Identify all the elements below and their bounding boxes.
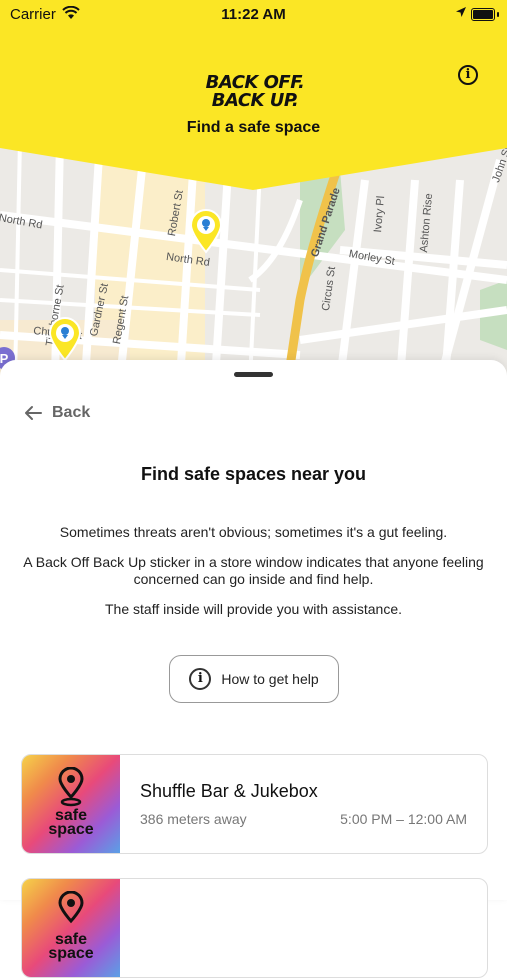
back-arrow-icon xyxy=(25,406,42,420)
header-title: Find a safe space xyxy=(186,119,321,136)
description-paragraph: The staff inside will provide you with a… xyxy=(105,601,402,617)
place-card[interactable]: safe space Shuffle Bar & Jukebox 386 met… xyxy=(21,754,488,854)
battery-tip xyxy=(497,12,499,17)
back-off-back-up-logo: BACK OFF. BACK UP. xyxy=(200,74,310,110)
safe-space-badge: safe space xyxy=(22,879,120,977)
location-pin-icon xyxy=(58,891,84,924)
place-card[interactable]: safe space xyxy=(21,878,488,978)
how-to-get-help-button[interactable]: i How to get help xyxy=(169,655,339,703)
map-pin-icon[interactable] xyxy=(188,208,224,254)
sheet-title: Find safe spaces near you xyxy=(140,464,367,484)
badge-line-1: safe xyxy=(54,931,88,948)
description-paragraph: Sometimes threats aren't obvious; someti… xyxy=(59,524,448,540)
app-header: BACK OFF. BACK UP. Find a safe space i xyxy=(0,0,507,190)
location-arrow-icon xyxy=(455,5,467,22)
sheet-grabber[interactable] xyxy=(234,372,273,377)
logo-line-2: BACK UP. xyxy=(211,90,299,111)
badge-line-2: space xyxy=(48,945,94,962)
place-distance: 386 meters away xyxy=(140,811,247,827)
safe-space-badge: safe space xyxy=(22,755,120,853)
badge-line-2: space xyxy=(48,821,94,838)
info-icon: i xyxy=(189,668,212,690)
place-name: Shuffle Bar & Jukebox xyxy=(140,781,318,801)
back-label: Back xyxy=(52,404,91,421)
bottom-sheet: Back Find safe spaces near you Sometimes… xyxy=(0,360,507,978)
help-button-label: How to get help xyxy=(221,671,319,687)
map-pin-icon[interactable] xyxy=(47,316,83,362)
place-hours: 5:00 PM – 12:00 AM xyxy=(340,811,467,827)
description-paragraph: A Back Off Back Up sticker in a store wi… xyxy=(23,554,484,587)
clock: 11:22 AM xyxy=(221,6,286,23)
location-pin-icon xyxy=(58,767,84,807)
back-button[interactable]: Back xyxy=(24,404,90,422)
info-icon[interactable]: i xyxy=(458,65,478,85)
battery-icon xyxy=(471,8,495,21)
status-bar: Carrier 11:22 AM xyxy=(0,0,507,28)
